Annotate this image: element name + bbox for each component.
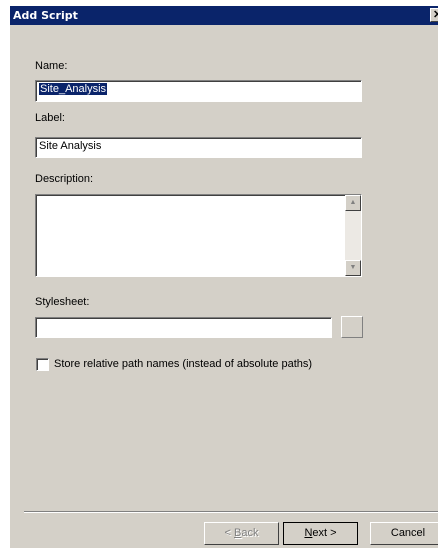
description-textarea[interactable]: ▲ ▼ [35, 194, 362, 277]
back-button[interactable]: < Back [204, 522, 279, 545]
next-button[interactable]: Next > [283, 522, 358, 545]
label-input-value: Site Analysis [39, 140, 102, 152]
close-button[interactable]: ✕ [430, 8, 438, 22]
stylesheet-input[interactable] [35, 317, 332, 338]
label-label: Label: [35, 112, 65, 124]
name-label: Name: [35, 60, 68, 72]
separator-highlight [24, 512, 438, 513]
next-rest: ext > [312, 527, 337, 539]
store-relative-checkbox[interactable] [36, 358, 49, 371]
close-icon: ✕ [433, 9, 438, 21]
back-prefix: < [224, 527, 234, 539]
browse-stylesheet-button[interactable] [341, 316, 363, 338]
name-input[interactable]: Site_Analysis [35, 80, 362, 102]
description-label: Description: [35, 173, 94, 185]
name-input-value: Site_Analysis [39, 83, 108, 95]
window-title: Add Script [13, 9, 78, 22]
store-relative-label[interactable]: Store relative path names (instead of ab… [54, 358, 312, 370]
label-input[interactable]: Site Analysis [35, 137, 362, 158]
arrow-up-icon[interactable]: ▲ [345, 195, 361, 211]
description-scrollbar[interactable]: ▲ ▼ [345, 195, 361, 276]
cancel-button[interactable]: Cancel [370, 522, 438, 545]
add-script-dialog: Add Script ✕ Name: Site_Analysis Label: … [10, 6, 438, 548]
back-rest: ack [241, 527, 259, 539]
title-bar[interactable]: Add Script ✕ [10, 6, 438, 25]
arrow-down-icon[interactable]: ▼ [345, 260, 361, 276]
stylesheet-label: Stylesheet: [35, 296, 90, 308]
